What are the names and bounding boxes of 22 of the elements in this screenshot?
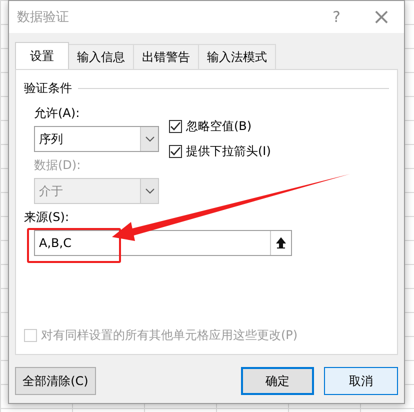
tab[interactable]: 设置 (15, 42, 69, 69)
checkbox[interactable] (169, 145, 182, 158)
tab[interactable]: 输入法模式 (198, 44, 276, 69)
field-label: 数据(D): (34, 157, 82, 174)
dropdown[interactable]: 序列 (34, 126, 159, 152)
checkbox-label: 忽略空值(B) (186, 118, 252, 135)
upload-icon (276, 237, 286, 249)
input-field[interactable]: A,B,C (34, 230, 292, 256)
checkbox-label: 对有同样设置的所有其他单元格应用这些更改(P) (41, 327, 298, 344)
dialog-button[interactable]: 确定 (241, 367, 314, 395)
dialog-button[interactable]: 取消 (324, 367, 398, 395)
checkbox-label: 提供下拉箭头(I) (186, 143, 271, 160)
group-title: 验证条件 (24, 80, 72, 97)
help-button[interactable]: ? (314, 1, 359, 33)
window-title: 数据验证 (17, 9, 69, 26)
dialog-button[interactable]: 全部清除(C) (15, 367, 96, 395)
checkbox[interactable] (169, 120, 182, 133)
chevron-down-icon (144, 136, 154, 142)
chevron-down-icon (144, 188, 154, 194)
close-button[interactable]: × (359, 1, 404, 33)
field-label: 允许(A): (34, 105, 81, 122)
field-label: 来源(S): (24, 209, 70, 226)
